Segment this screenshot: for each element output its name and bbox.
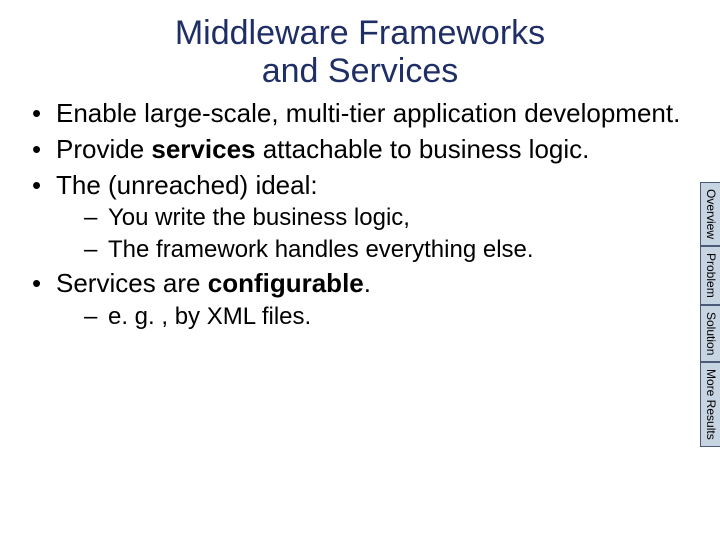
tab-overview[interactable]: Overview <box>700 182 720 246</box>
bullet-4-text-b: configurable <box>208 268 364 298</box>
tab-solution[interactable]: Solution <box>700 305 720 362</box>
slide: Middleware Frameworks and Services Enabl… <box>0 0 720 540</box>
bullet-4-text-c: . <box>364 268 371 298</box>
title-line-1: Middleware Frameworks <box>175 14 545 52</box>
bullet-4-sub-1: e. g. , by XML files. <box>56 302 690 331</box>
bullet-4-sub-1-text: e. g. , by XML files. <box>108 303 311 330</box>
side-tabs: Overview Problem Solution More Results <box>700 182 720 447</box>
tab-problem[interactable]: Problem <box>700 246 720 305</box>
bullet-4: Services are configurable. e. g. , by XM… <box>30 268 690 331</box>
bullet-2-text-a: Provide <box>56 134 151 164</box>
bullet-2-text-b: services <box>151 134 255 164</box>
bullet-4-text-a: Services are <box>56 268 208 298</box>
bullet-3-text: The (unreached) ideal: <box>56 170 318 200</box>
bullet-3-sub-2-text: The framework handles everything else. <box>108 236 534 263</box>
bullet-2: Provide services attachable to business … <box>30 134 690 166</box>
bullet-3-sub-1: You write the business logic, <box>56 203 690 232</box>
bullet-3-sub-1-text: You write the business logic, <box>108 204 410 231</box>
title-line-2: and Services <box>262 52 459 90</box>
bullet-3: The (unreached) ideal: You write the bus… <box>30 170 690 264</box>
bullet-1: Enable large-scale, multi-tier applicati… <box>30 98 690 130</box>
bullet-2-text-c: attachable to business logic. <box>256 134 590 164</box>
bullet-1-text: Enable large-scale, multi-tier applicati… <box>56 98 680 128</box>
bullet-3-sub-2: The framework handles everything else. <box>56 235 690 264</box>
tab-more-results[interactable]: More Results <box>700 362 720 447</box>
slide-body: Enable large-scale, multi-tier applicati… <box>0 90 720 331</box>
slide-title: Middleware Frameworks and Services <box>0 0 720 90</box>
